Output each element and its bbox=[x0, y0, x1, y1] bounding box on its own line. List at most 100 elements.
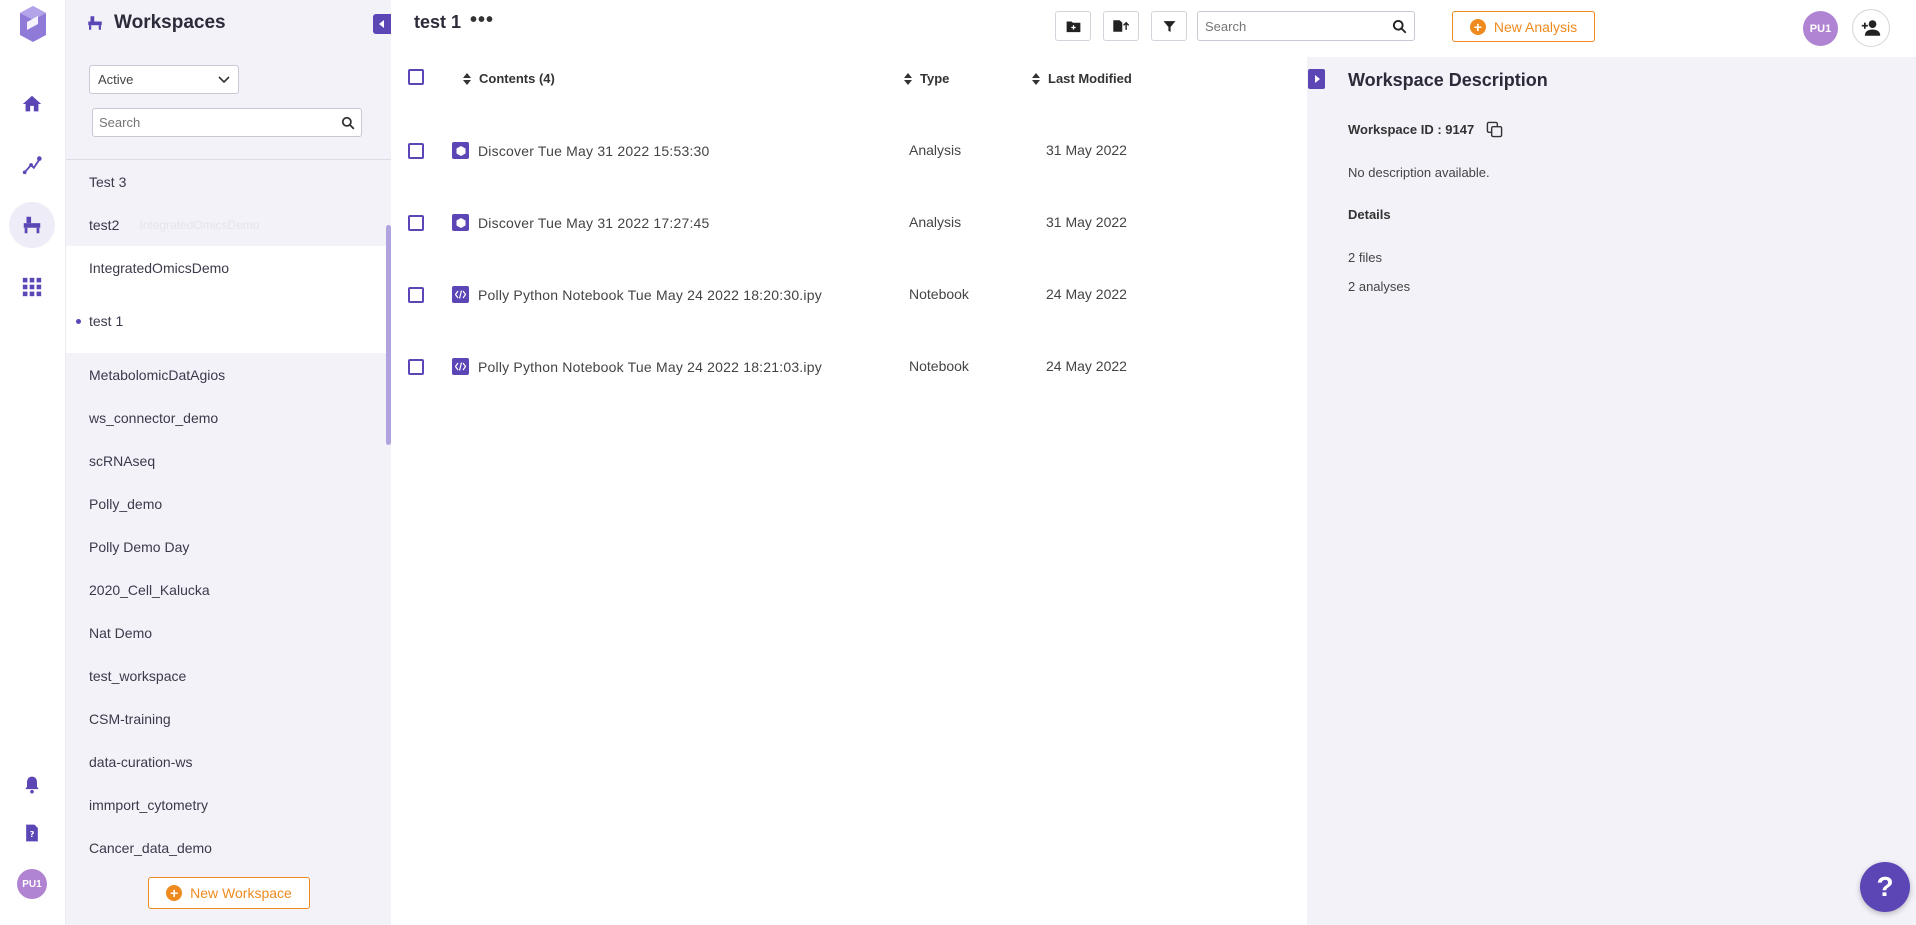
table-row[interactable]: Discover Tue May 31 2022 15:53:30 Analys… bbox=[391, 102, 1307, 174]
workspace-item-label: Nat Demo bbox=[89, 624, 153, 641]
workspace-item-label: Polly Demo Day bbox=[89, 538, 190, 555]
apps-grid-icon[interactable] bbox=[17, 272, 47, 302]
description-text: No description available. bbox=[1348, 165, 1490, 180]
row-name[interactable]: Discover Tue May 31 2022 17:27:45 bbox=[478, 215, 710, 231]
workspaces-panel: Workspaces Active Test 3 test2 Integrated… bbox=[66, 0, 391, 925]
workspace-item-label: CSM-training bbox=[89, 710, 171, 727]
collapse-sidebar-button[interactable] bbox=[373, 14, 391, 34]
status-filter-value: Active bbox=[98, 72, 134, 87]
workspace-item-label: test 1 bbox=[89, 313, 124, 329]
workspace-item[interactable]: test2 IntegratedOmicsDemo bbox=[66, 203, 391, 246]
workspace-item[interactable]: CSM-training bbox=[66, 697, 391, 740]
workspace-item[interactable]: data-curation-ws bbox=[66, 740, 391, 783]
row-name[interactable]: Polly Python Notebook Tue May 24 2022 18… bbox=[478, 359, 822, 375]
notebook-icon bbox=[452, 286, 469, 303]
filter-button[interactable] bbox=[1151, 11, 1187, 41]
row-checkbox[interactable] bbox=[408, 143, 424, 159]
selected-indicator bbox=[76, 319, 81, 324]
workspace-item-label: scRNAseq bbox=[89, 452, 156, 469]
workspace-id-row: Workspace ID : 9147 bbox=[1348, 121, 1503, 138]
row-checkbox[interactable] bbox=[408, 287, 424, 303]
contents-search bbox=[1197, 11, 1415, 41]
upload-icon bbox=[1113, 20, 1130, 32]
sort-icon bbox=[904, 72, 912, 85]
row-modified: 24 May 2022 bbox=[1046, 358, 1127, 374]
type-header-label: Type bbox=[920, 71, 950, 86]
analyses-count: 2 analyses bbox=[1348, 279, 1411, 294]
workspace-item[interactable]: IntegratedOmicsDemo bbox=[66, 246, 391, 289]
filter-icon bbox=[1163, 20, 1175, 32]
modified-header-label: Last Modified bbox=[1048, 71, 1132, 86]
workspace-item-label: 2020_Cell_Kalucka bbox=[89, 581, 210, 598]
workspaces-title: Workspaces bbox=[114, 12, 226, 33]
plus-icon: + bbox=[166, 885, 183, 901]
top-bar: test 1 ••• + New Analysis PU1 bbox=[391, 0, 1916, 57]
workspace-item[interactable]: Polly Demo Day bbox=[66, 525, 391, 568]
table-row[interactable]: Polly Python Notebook Tue May 24 2022 18… bbox=[391, 318, 1307, 390]
page-title: test 1 bbox=[414, 12, 462, 32]
table-header: Contents (4) Type Last Modified bbox=[391, 57, 1307, 102]
status-filter-select[interactable]: Active bbox=[89, 65, 239, 94]
workspace-item[interactable]: 2020_Cell_Kalucka bbox=[66, 568, 391, 611]
add-user-button[interactable] bbox=[1852, 9, 1890, 47]
help-button[interactable]: ? bbox=[1860, 862, 1910, 912]
details-heading: Details bbox=[1348, 207, 1391, 222]
row-modified: 24 May 2022 bbox=[1046, 286, 1127, 302]
workspace-item[interactable]: Polly_demo bbox=[66, 482, 391, 525]
more-options-icon[interactable]: ••• bbox=[470, 9, 494, 32]
row-name[interactable]: Discover Tue May 31 2022 15:53:30 bbox=[478, 143, 710, 159]
workspace-description-panel: Workspace Description Workspace ID : 914… bbox=[1307, 57, 1916, 925]
svg-text:?: ? bbox=[30, 829, 35, 839]
row-type: Notebook bbox=[909, 286, 969, 302]
new-analysis-button[interactable]: + New Analysis bbox=[1452, 11, 1595, 42]
polly-logo[interactable] bbox=[18, 4, 48, 44]
contents-column-header[interactable]: Contents (4) bbox=[463, 71, 555, 86]
workspace-search-input[interactable] bbox=[99, 115, 341, 130]
collapse-description-button[interactable] bbox=[1308, 69, 1325, 89]
analysis-icon bbox=[452, 142, 469, 159]
workspace-list: Test 3 test2 IntegratedOmicsDemo Integrat… bbox=[66, 160, 391, 869]
row-checkbox[interactable] bbox=[408, 215, 424, 231]
workspace-item-label: data-curation-ws bbox=[89, 753, 193, 770]
modified-column-header[interactable]: Last Modified bbox=[1032, 71, 1132, 86]
row-modified: 31 May 2022 bbox=[1046, 142, 1127, 158]
workspace-item[interactable]: Nat Demo bbox=[66, 611, 391, 654]
workspace-item[interactable]: immport_cytometry bbox=[66, 783, 391, 826]
workspace-item-selected[interactable]: test 1 bbox=[66, 289, 391, 353]
row-checkbox[interactable] bbox=[408, 359, 424, 375]
contents-search-input[interactable] bbox=[1205, 18, 1392, 34]
search-icon[interactable] bbox=[341, 116, 355, 130]
workspace-item[interactable]: MetabolomicDatAgios bbox=[66, 353, 391, 396]
workspace-item[interactable]: scRNAseq bbox=[66, 439, 391, 482]
workspace-item[interactable]: Cancer_data_demo bbox=[66, 826, 391, 869]
workspace-item[interactable]: test_workspace bbox=[66, 654, 391, 697]
description-title: Workspace Description bbox=[1348, 70, 1548, 90]
workspace-item[interactable]: ws_connector_demo bbox=[66, 396, 391, 439]
bell-icon[interactable] bbox=[17, 770, 47, 800]
drag-ghost-label: IntegratedOmicsDemo bbox=[139, 217, 260, 232]
user-avatar-small[interactable]: PU1 bbox=[17, 869, 47, 899]
table-row[interactable]: Discover Tue May 31 2022 17:27:45 Analys… bbox=[391, 174, 1307, 246]
chevron-left-icon bbox=[379, 20, 384, 28]
workspace-item-label: Polly_demo bbox=[89, 495, 163, 512]
discover-icon[interactable] bbox=[17, 150, 47, 180]
upload-file-button[interactable] bbox=[1103, 11, 1139, 41]
user-avatar[interactable]: PU1 bbox=[1803, 11, 1838, 46]
row-name[interactable]: Polly Python Notebook Tue May 24 2022 18… bbox=[478, 287, 822, 303]
new-workspace-button[interactable]: + New Workspace bbox=[148, 877, 310, 909]
files-count: 2 files bbox=[1348, 250, 1382, 265]
notebook-icon bbox=[452, 358, 469, 375]
workspace-item[interactable]: Test 3 bbox=[66, 160, 391, 203]
new-folder-button[interactable] bbox=[1055, 11, 1091, 41]
search-icon[interactable] bbox=[1392, 19, 1407, 34]
workspace-item-label: MetabolomicDatAgios bbox=[89, 366, 226, 383]
nav-rail: ? PU1 bbox=[0, 0, 66, 925]
copy-icon[interactable] bbox=[1486, 121, 1503, 138]
home-icon[interactable] bbox=[17, 89, 47, 119]
select-all-checkbox[interactable] bbox=[408, 69, 424, 85]
table-row[interactable]: Polly Python Notebook Tue May 24 2022 18… bbox=[391, 246, 1307, 318]
sort-icon bbox=[1032, 72, 1040, 85]
type-column-header[interactable]: Type bbox=[904, 71, 949, 86]
workspaces-nav-icon[interactable] bbox=[9, 202, 55, 248]
docs-help-icon[interactable]: ? bbox=[17, 818, 47, 848]
